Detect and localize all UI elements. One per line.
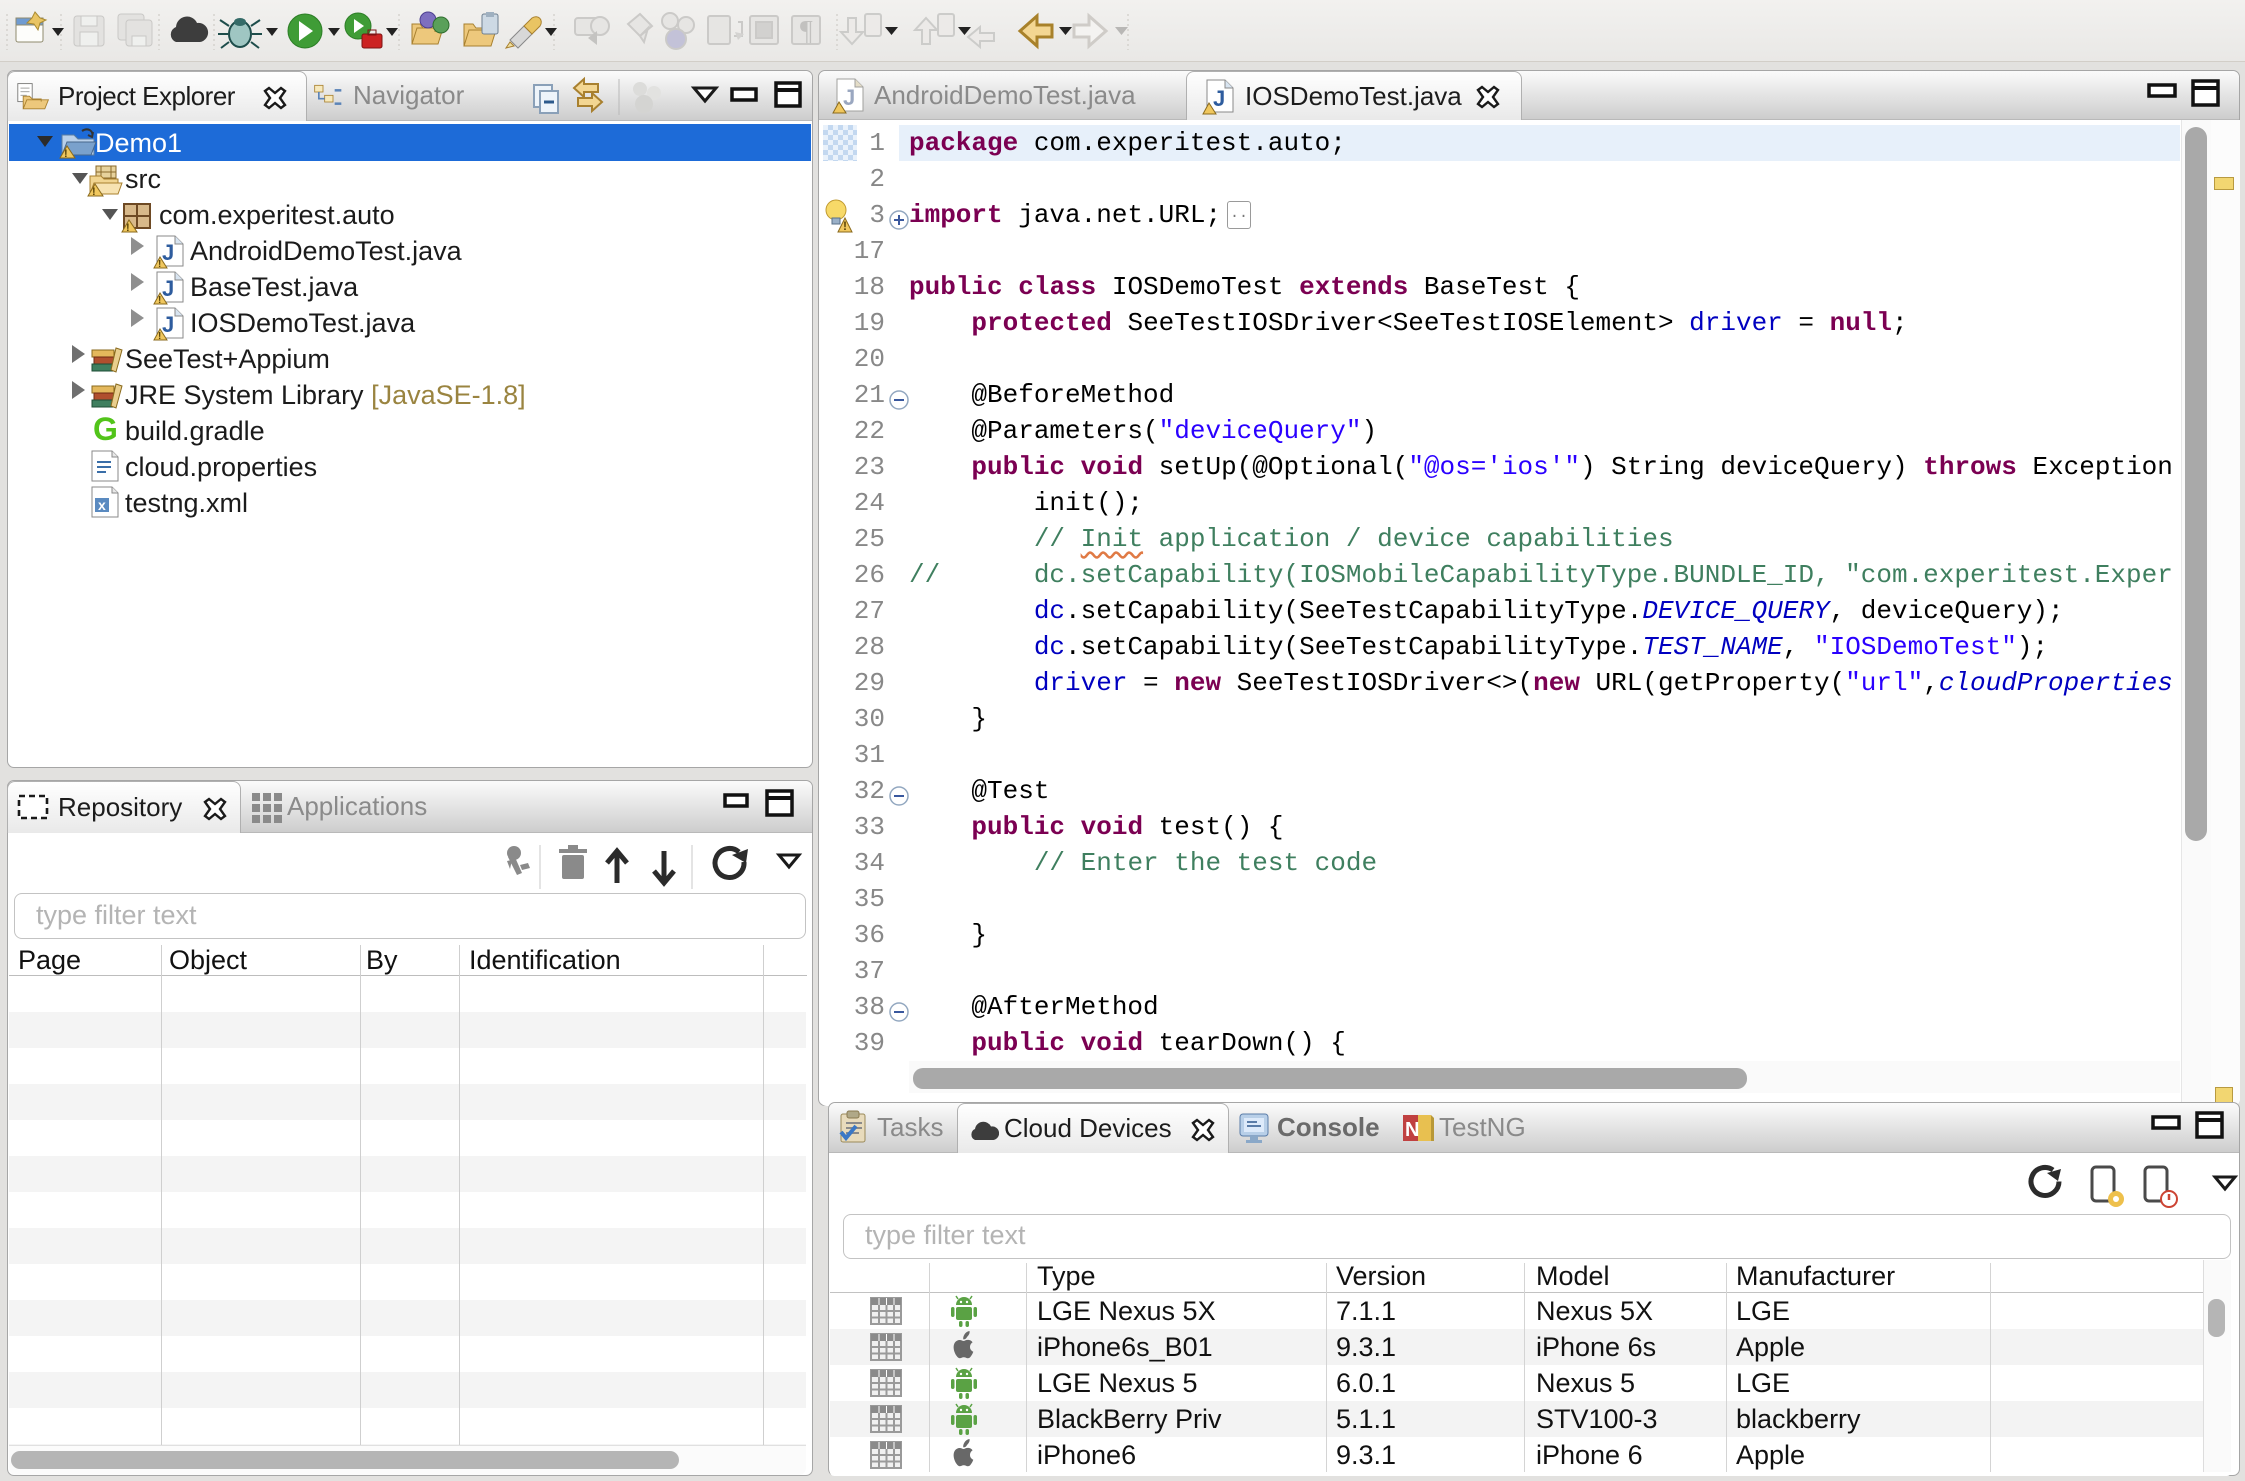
- svg-text:!: !: [126, 222, 130, 234]
- svg-text:J: J: [1213, 86, 1225, 111]
- svg-text:¶: ¶: [800, 16, 813, 47]
- svg-text:!: !: [158, 295, 161, 306]
- svg-text:J: J: [162, 240, 174, 265]
- svg-text:J: J: [162, 276, 174, 301]
- svg-text:!: !: [64, 148, 68, 160]
- svg-text:J: J: [162, 312, 174, 337]
- svg-text:J: J: [843, 85, 855, 110]
- svg-text:N: N: [1405, 1119, 1419, 1141]
- svg-text:!: !: [92, 186, 96, 198]
- svg-text:x: x: [98, 497, 106, 513]
- svg-text:!: !: [158, 259, 161, 270]
- svg-text:G: G: [93, 411, 118, 447]
